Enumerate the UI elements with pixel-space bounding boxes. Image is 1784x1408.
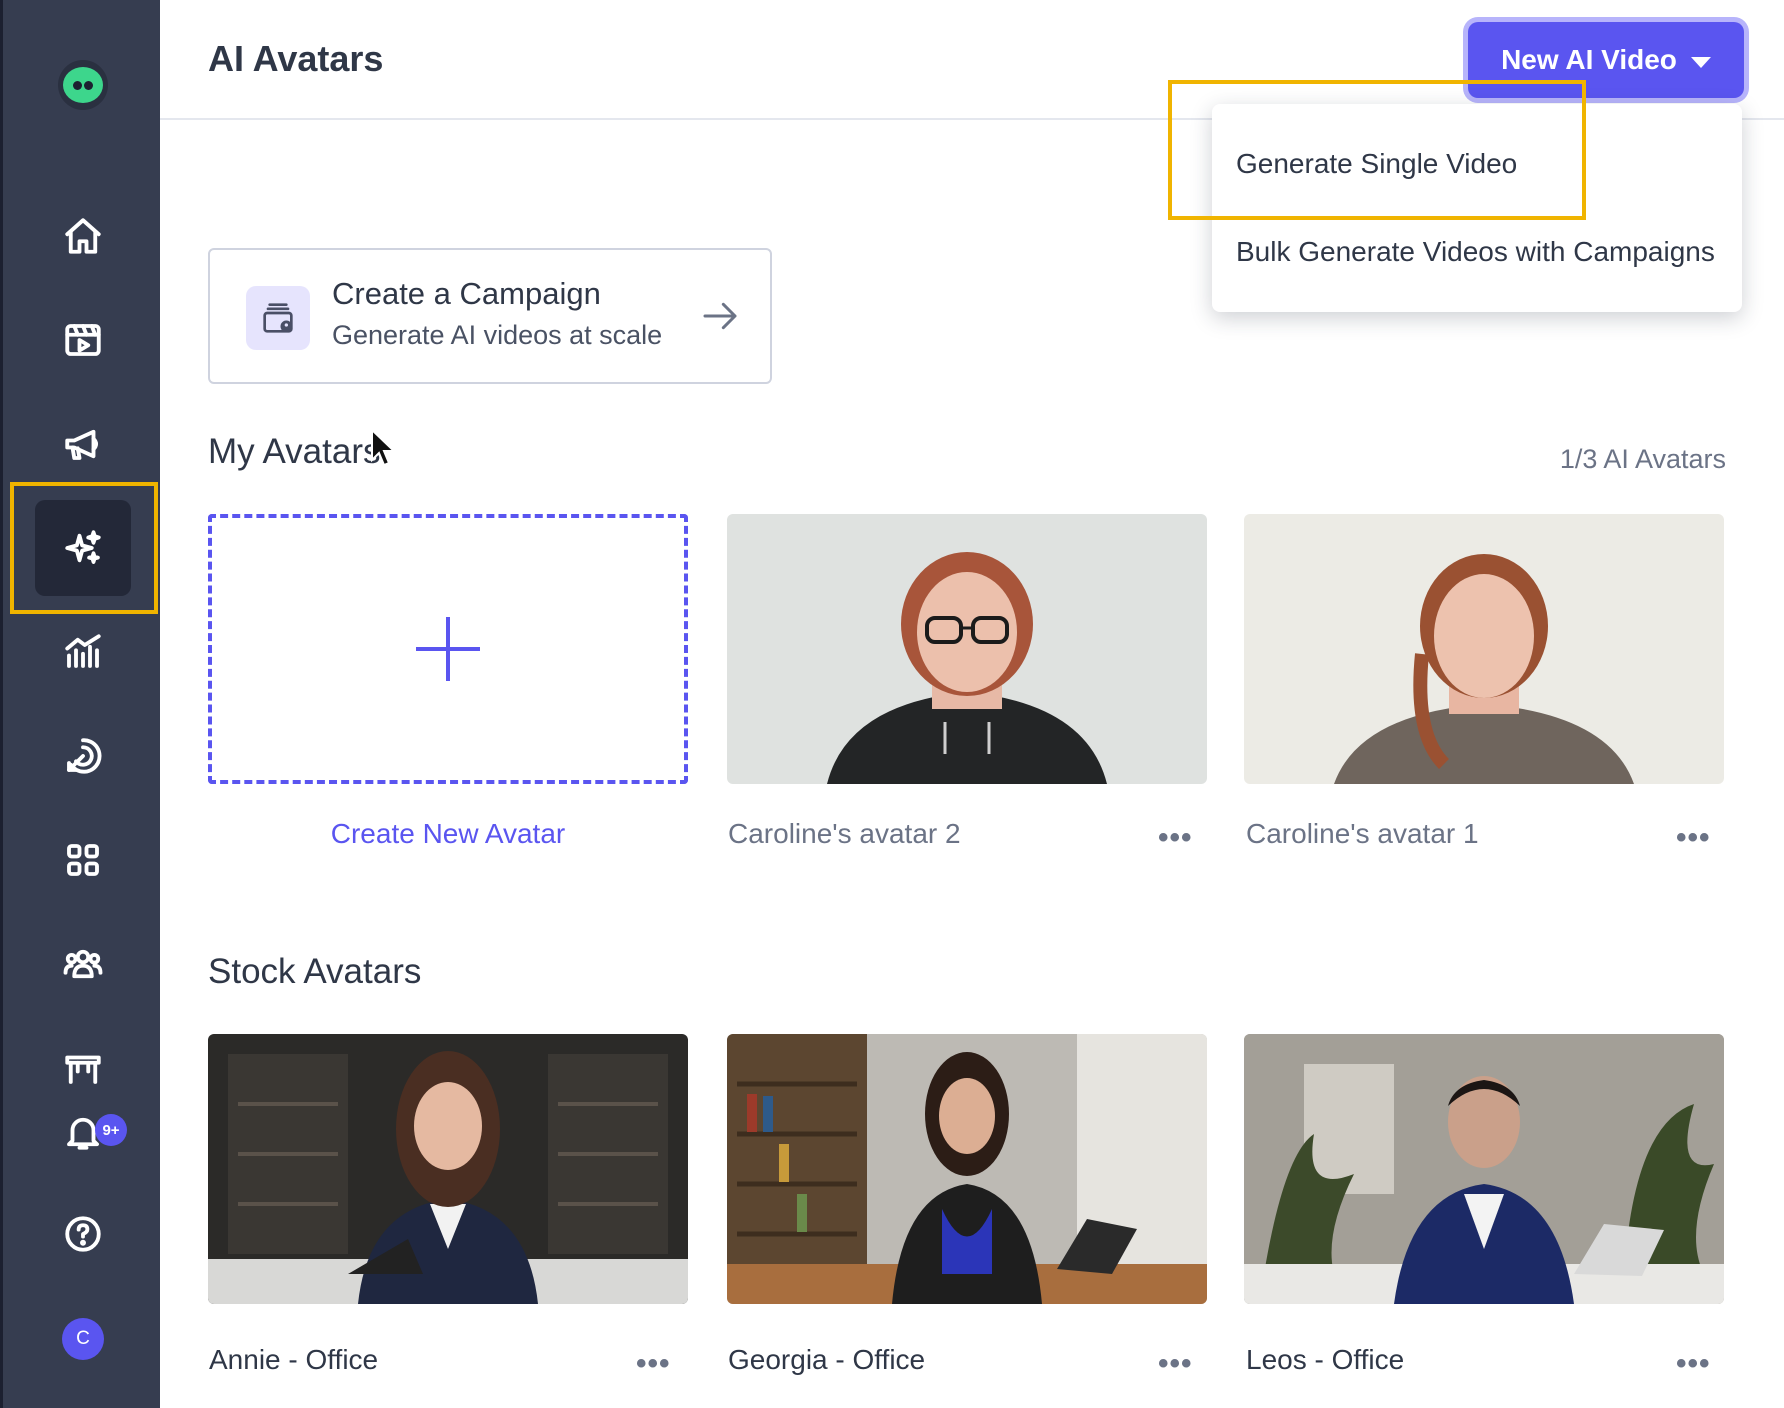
menu-item-bulk-generate[interactable]: Bulk Generate Videos with Campaigns (1236, 236, 1715, 268)
avatar-thumbnail[interactable] (727, 514, 1207, 784)
arrow-right-icon (700, 296, 740, 341)
sidebar: 9+ C (0, 0, 160, 1408)
logo[interactable] (58, 60, 108, 110)
campaign-title: Create a Campaign (332, 276, 601, 311)
more-options-icon[interactable]: ••• (636, 1349, 671, 1379)
megaphone-icon[interactable] (55, 416, 111, 472)
robot-logo-icon (63, 67, 103, 103)
team-icon[interactable] (55, 936, 111, 992)
notification-badge: 9+ (95, 1114, 127, 1146)
stock-avatar-thumbnail[interactable] (208, 1034, 688, 1304)
home-icon[interactable] (55, 208, 111, 264)
more-options-icon[interactable]: ••• (1158, 1349, 1193, 1379)
my-avatars-heading: My Avatars (208, 432, 381, 471)
stock-avatar-name: Georgia - Office (728, 1344, 926, 1375)
target-icon[interactable] (55, 728, 111, 784)
storefront-icon[interactable] (55, 1040, 111, 1096)
new-ai-video-button[interactable]: New AI Video (1468, 22, 1744, 98)
new-ai-video-label: New AI Video (1501, 44, 1677, 75)
page-title: AI Avatars (208, 38, 384, 79)
stock-avatar-name: Annie - Office (209, 1344, 379, 1375)
more-options-icon[interactable]: ••• (1676, 823, 1711, 853)
sparkles-icon[interactable] (55, 520, 111, 576)
mouse-cursor-icon (370, 427, 397, 473)
new-video-dropdown: Generate Single Video Bulk Generate Vide… (1212, 104, 1742, 312)
create-avatar-tile[interactable] (208, 514, 688, 784)
avatar-thumbnail[interactable] (1244, 514, 1724, 784)
stock-avatar-name: Leos - Office (1246, 1344, 1405, 1375)
user-avatar[interactable]: C (62, 1318, 104, 1360)
campaign-icon (246, 286, 310, 350)
apps-grid-icon[interactable] (55, 832, 111, 888)
more-options-icon[interactable]: ••• (1158, 823, 1193, 853)
create-avatar-label[interactable]: Create New Avatar (208, 818, 688, 850)
video-library-icon[interactable] (55, 312, 111, 368)
avatar-name: Caroline's avatar 2 (728, 818, 961, 849)
stock-avatar-thumbnail[interactable] (1244, 1034, 1724, 1304)
avatar-count: 1/3 AI Avatars (1559, 444, 1726, 474)
campaign-subtitle: Generate AI videos at scale (332, 320, 663, 350)
avatar-name: Caroline's avatar 1 (1246, 818, 1479, 849)
plus-icon (416, 617, 480, 681)
menu-item-generate-single[interactable]: Generate Single Video (1236, 148, 1517, 180)
create-campaign-card[interactable]: Create a Campaign Generate AI videos at … (208, 248, 772, 384)
analytics-icon[interactable] (55, 624, 111, 680)
chevron-down-icon (1690, 56, 1711, 68)
help-icon[interactable] (55, 1206, 111, 1262)
stock-avatars-heading: Stock Avatars (208, 952, 422, 991)
stock-avatar-thumbnail[interactable] (727, 1034, 1207, 1304)
more-options-icon[interactable]: ••• (1676, 1349, 1711, 1379)
